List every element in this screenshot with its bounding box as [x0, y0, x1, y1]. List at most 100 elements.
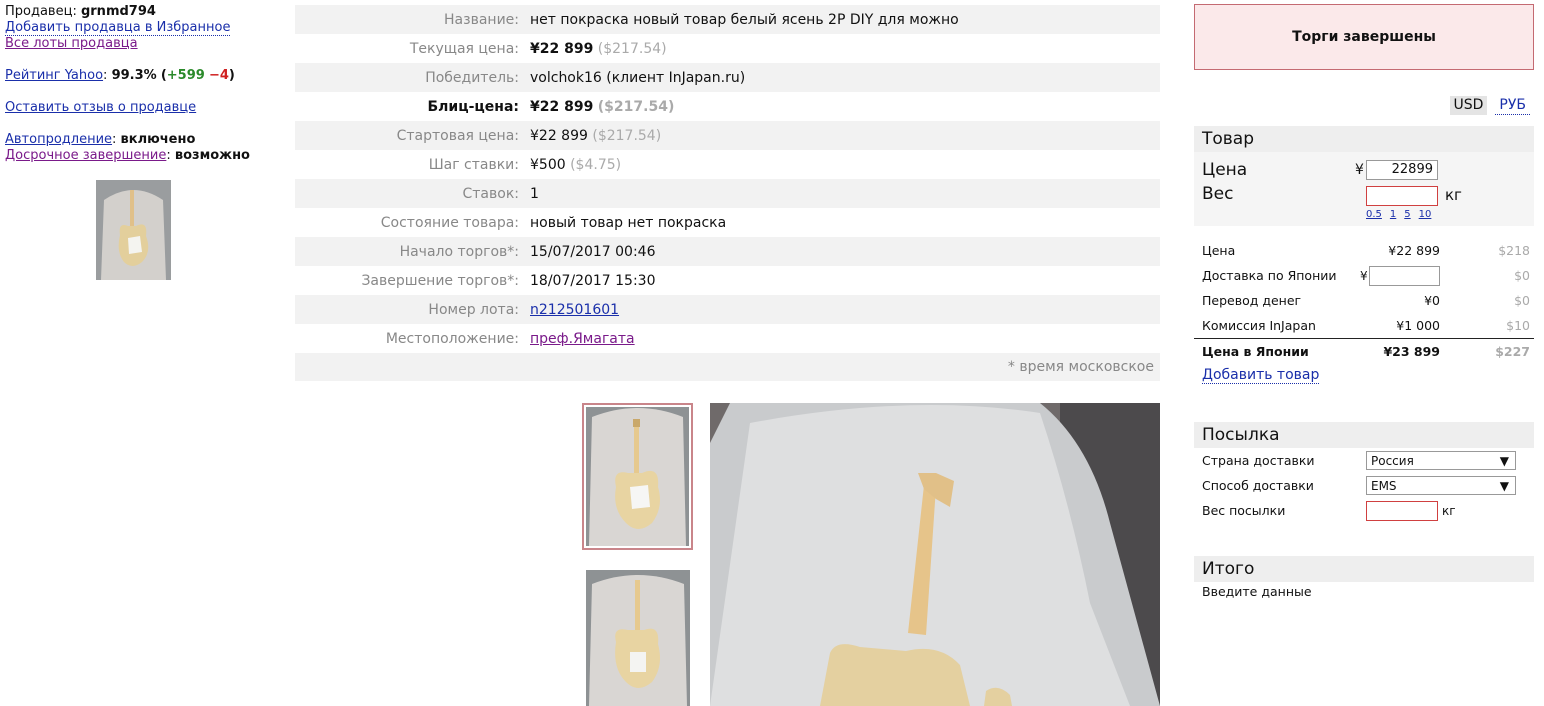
cost-yen: ¥22 899 [1388, 243, 1440, 258]
domestic-shipping-input[interactable] [1368, 265, 1440, 286]
location-link[interactable]: преф.Ямагата [530, 331, 635, 347]
current-price-yen: ¥22 899 [530, 40, 594, 57]
rating-value: 99.3% [111, 68, 157, 83]
info-label: Начало торгов*: [399, 243, 519, 260]
parcel-section: Посылка Страна доставки Россия ▼ Способ … [1194, 422, 1534, 523]
rating-positive: +599 [166, 68, 205, 83]
cost-row-transfer: Перевод денег ¥0 $0 [1194, 288, 1534, 313]
lot-title: нет покраска новый товар белый ясень 2P … [530, 11, 959, 28]
currency-rub-button[interactable]: РУБ [1495, 96, 1530, 115]
add-item-link[interactable]: Добавить товар [1202, 367, 1320, 384]
yen-sign: ¥ [1360, 268, 1368, 283]
early-end-value: возможно [174, 148, 250, 163]
cost-yen: ¥0 [1424, 293, 1440, 308]
yahoo-rating-link[interactable]: Рейтинг Yahoo [5, 68, 103, 83]
seller-panel: Продавец: grnmd794 Добавить продавца в И… [5, 4, 265, 164]
info-label: Победитель: [425, 69, 519, 86]
autoextend-value: включено [120, 132, 196, 147]
currency-usd-button[interactable]: USD [1449, 96, 1488, 115]
country-label: Страна доставки [1202, 453, 1315, 468]
bid-step-yen: ¥500 [530, 156, 566, 173]
info-label: Блиц-цена: [427, 98, 519, 115]
weight-preset-5[interactable]: 5 [1404, 209, 1410, 220]
info-label: Шаг ставки: [428, 156, 519, 173]
photo-thumbnail-1-selected[interactable] [582, 403, 693, 550]
info-label: Текущая цена: [409, 40, 519, 57]
total-label: Цена в Японии [1202, 343, 1309, 359]
product-section: Товар Цена ¥ 22899 Вес кг 0.5 1 5 10 [1194, 126, 1534, 226]
cost-row-domestic-shipping: Доставка по Японии ¥ $0 [1194, 263, 1534, 288]
parcel-weight-unit: кг [1442, 503, 1456, 518]
info-label: Номер лота: [428, 301, 519, 318]
weight-presets: 0.5 1 5 10 [1366, 209, 1431, 220]
weight-preset-10[interactable]: 10 [1419, 209, 1432, 220]
bid-step-usd: ($4.75) [570, 156, 622, 173]
country-selected: Россия [1371, 453, 1414, 468]
info-row-winner: Победитель: volchok16 (клиент InJapan.ru… [295, 63, 1160, 92]
weight-unit: кг [1445, 186, 1462, 204]
price-label: Цена [1202, 160, 1248, 180]
info-row-lot-number: Номер лота: n212501601 [295, 295, 1160, 324]
winner-value: volchok16 (клиент InJapan.ru) [530, 69, 746, 86]
photo-thumbnail-2[interactable] [586, 570, 690, 706]
lot-number-link[interactable]: n212501601 [530, 302, 619, 318]
start-time-value: 15/07/2017 00:46 [530, 243, 656, 260]
early-end-link[interactable]: Досрочное завершение [5, 148, 166, 163]
info-label: Местоположение: [385, 330, 519, 347]
info-row-bids: Ставок: 1 [295, 179, 1160, 208]
total-usd: $227 [1495, 343, 1530, 359]
calculator-panel: Торги завершены USD РУБ Товар Цена ¥ 228… [1194, 4, 1534, 599]
lot-info-table: Название: нет покраска новый товар белый… [295, 5, 1160, 381]
cost-row-total: Цена в Японии ¥23 899 $227 [1194, 338, 1534, 363]
product-section-title: Товар [1194, 126, 1534, 152]
cost-label: Доставка по Японии [1202, 268, 1337, 283]
info-row-condition: Состояние товара: новый товар нет покрас… [295, 208, 1160, 237]
weight-preset-0-5[interactable]: 0.5 [1366, 209, 1382, 220]
cost-row-commission: Комиссия InJapan ¥1 000 $10 [1194, 313, 1534, 338]
total-section: Итого Введите данные [1194, 556, 1534, 599]
add-seller-favorite-link[interactable]: Добавить продавца в Избранное [5, 20, 231, 36]
weight-input[interactable] [1366, 186, 1438, 206]
start-price-usd: ($217.54) [592, 127, 662, 144]
chevron-down-icon: ▼ [1499, 453, 1509, 468]
weight-label: Вес [1202, 184, 1234, 204]
total-section-title: Итого [1194, 556, 1534, 582]
cost-yen: ¥1 000 [1396, 318, 1440, 333]
info-label: Завершение торгов*: [361, 272, 519, 289]
blitz-price-yen: ¥22 899 [530, 98, 594, 115]
cost-label: Комиссия InJapan [1202, 318, 1316, 333]
blitz-price-usd: ($217.54) [597, 98, 675, 115]
parcel-section-title: Посылка [1194, 422, 1534, 448]
price-input[interactable]: 22899 [1366, 160, 1438, 180]
info-label: Ставок: [462, 185, 520, 202]
cost-label: Цена [1202, 243, 1236, 258]
parcel-weight-input[interactable] [1366, 500, 1438, 521]
rating-negative: −4 [208, 68, 229, 83]
auction-status-banner: Торги завершены [1194, 4, 1534, 70]
weight-preset-1[interactable]: 1 [1390, 209, 1396, 220]
country-select[interactable]: Россия ▼ [1366, 451, 1516, 470]
currency-switch: USD РУБ [1449, 96, 1530, 115]
main-photo[interactable] [710, 403, 1160, 706]
method-label: Способ доставки [1202, 478, 1314, 493]
method-select[interactable]: EMS ▼ [1366, 476, 1516, 495]
info-row-current-price: Текущая цена: ¥22 899 ($217.54) [295, 34, 1160, 63]
seller-item-thumbnail[interactable] [96, 180, 171, 280]
all-seller-lots-link[interactable]: Все лоты продавца [5, 36, 138, 51]
autoextend-link[interactable]: Автопродление [5, 132, 112, 147]
chevron-down-icon: ▼ [1499, 478, 1509, 493]
cost-usd: $0 [1514, 268, 1530, 283]
cost-usd: $218 [1498, 243, 1530, 258]
leave-feedback-link[interactable]: Оставить отзыв о продавце [5, 100, 196, 115]
current-price-usd: ($217.54) [597, 40, 667, 57]
info-row-title: Название: нет покраска новый товар белый… [295, 5, 1160, 34]
condition-value: новый товар нет покраска [530, 214, 727, 231]
time-footnote: * время московское [295, 353, 1160, 381]
info-row-bid-step: Шаг ставки: ¥500 ($4.75) [295, 150, 1160, 179]
total-message: Введите данные [1202, 584, 1312, 599]
cost-usd: $10 [1506, 318, 1530, 333]
total-yen: ¥23 899 [1383, 343, 1440, 359]
info-label: Стартовая цена: [396, 127, 519, 144]
cost-row-price: Цена ¥22 899 $218 [1194, 238, 1534, 263]
seller-line: Продавец: grnmd794 [5, 4, 265, 20]
